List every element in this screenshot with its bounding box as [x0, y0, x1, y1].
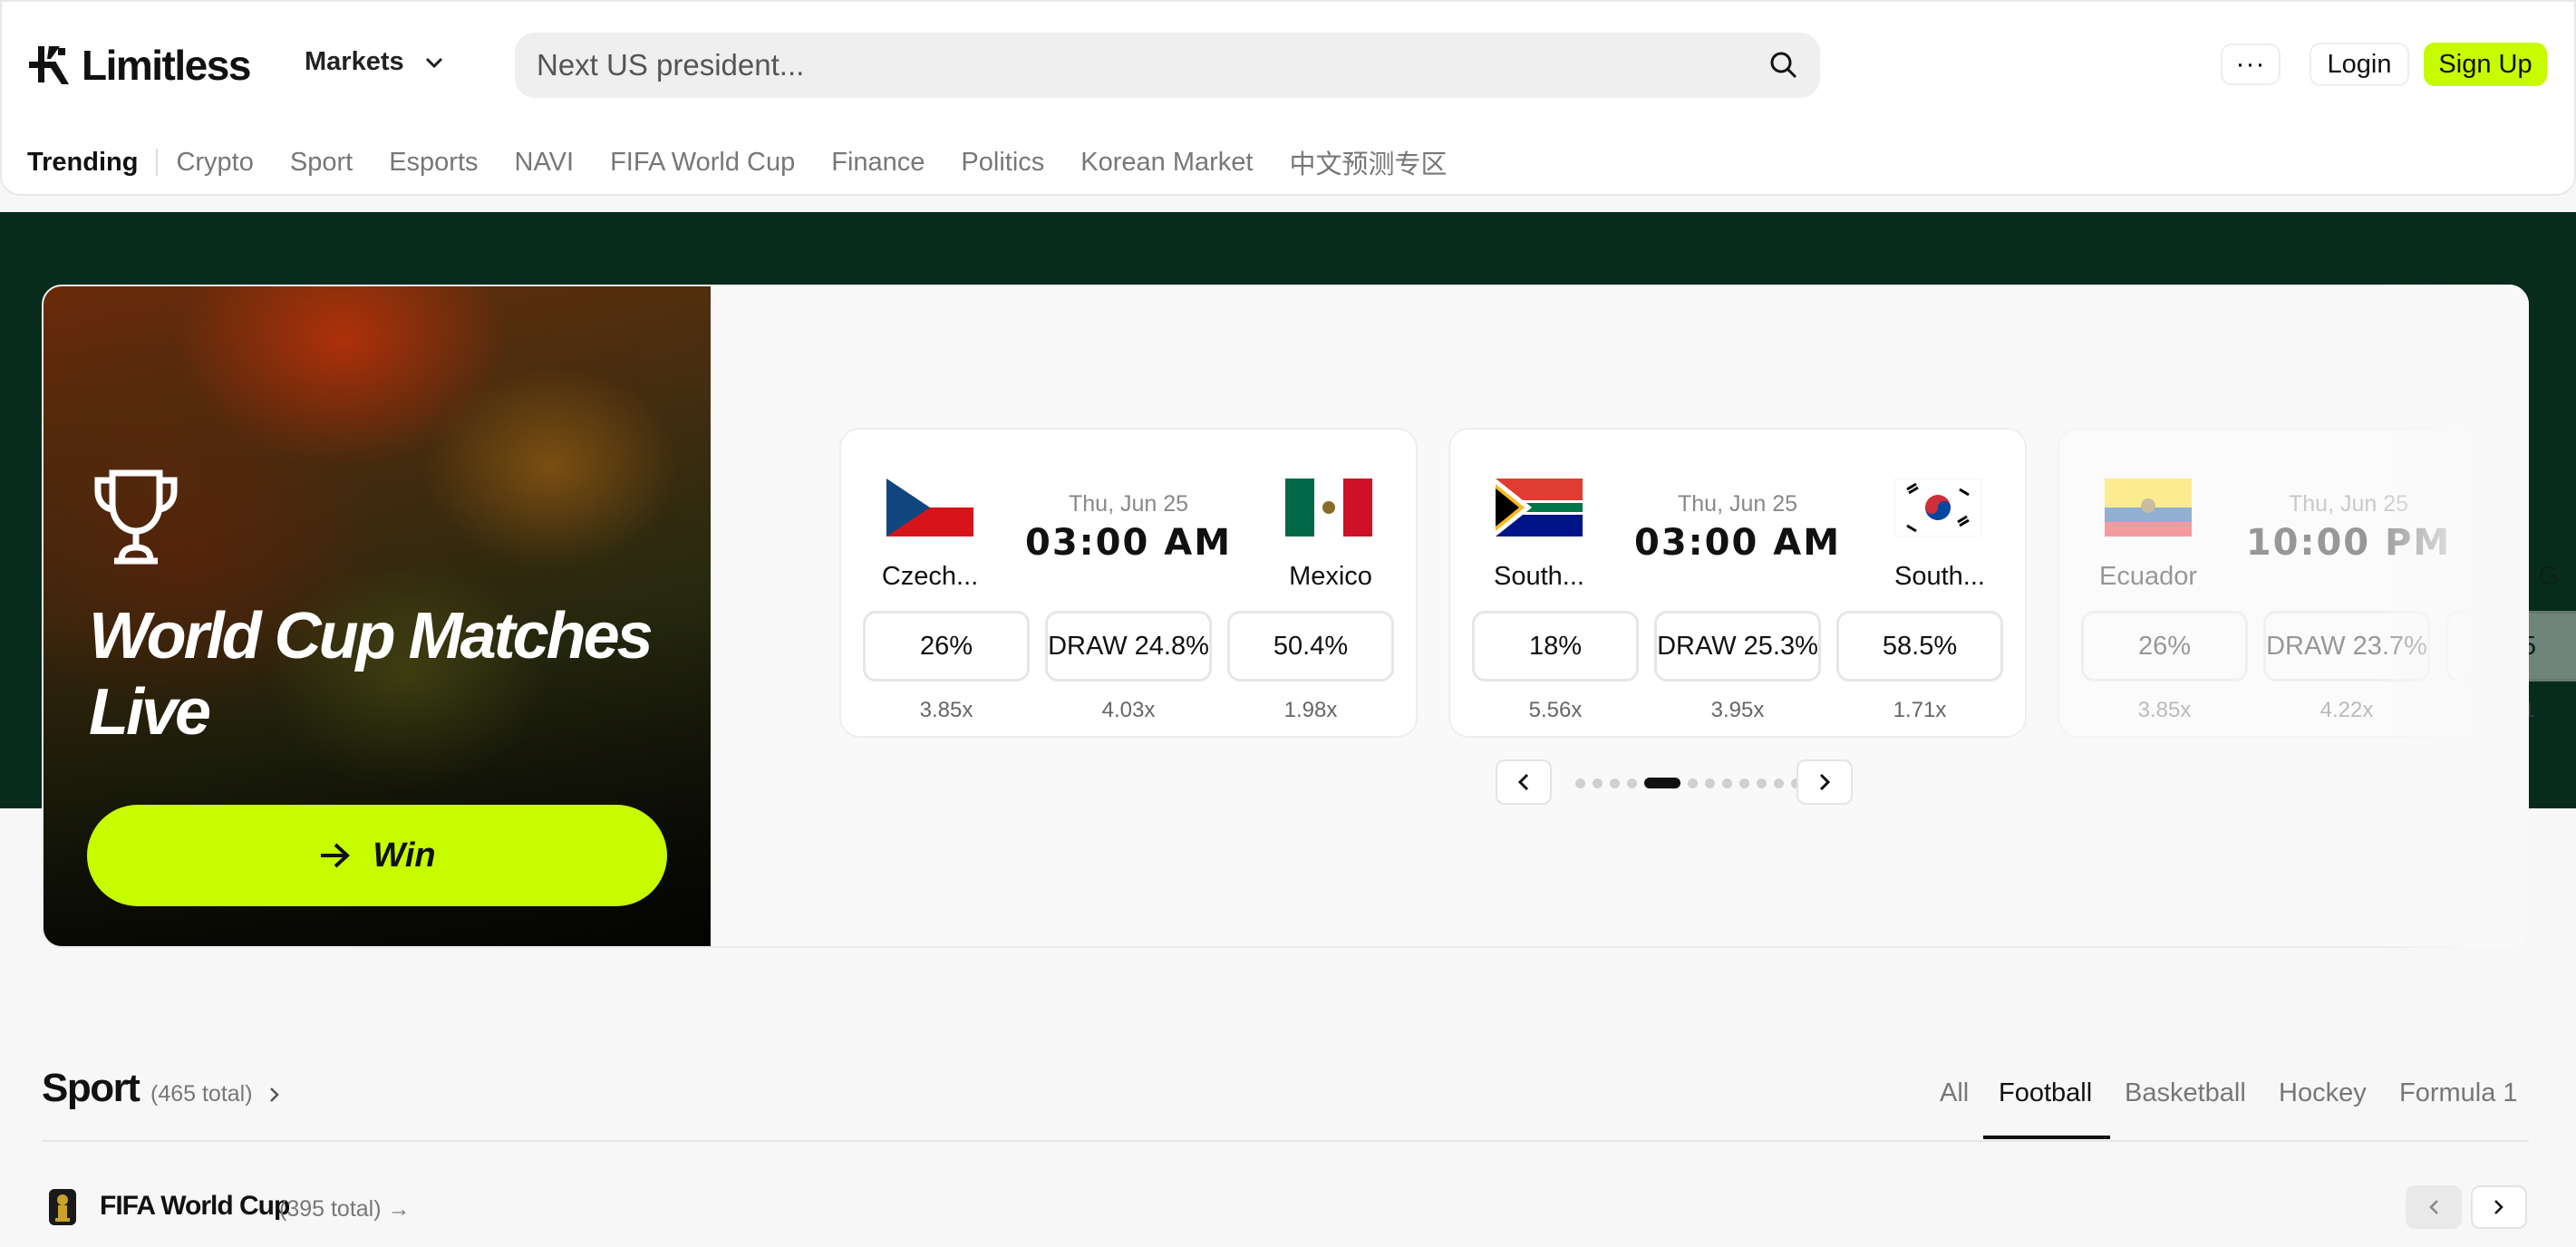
chevron-left-icon	[1517, 773, 1529, 791]
nav-item-crypto[interactable]: Crypto	[176, 148, 253, 178]
carousel-dot[interactable]	[1722, 778, 1732, 788]
logo-text: Limitless	[82, 42, 251, 89]
chevron-right-icon	[2494, 1200, 2503, 1214]
nav-divider	[156, 149, 159, 176]
carousel-dot[interactable]	[1575, 778, 1585, 788]
nav-item-finance[interactable]: Finance	[831, 148, 925, 178]
world-cup-icon	[49, 1189, 76, 1225]
active-tab-indicator	[1983, 1136, 2110, 1139]
carousel-dot[interactable]	[1688, 778, 1698, 788]
chevron-down-icon	[425, 57, 442, 68]
section-total-count: (465 total)	[150, 1081, 253, 1107]
carousel-dot[interactable]	[1757, 778, 1767, 788]
markets-label: Markets	[305, 47, 404, 76]
section-title[interactable]: Sport	[42, 1066, 140, 1111]
payout-multiplier: 5.56x	[1528, 698, 1583, 722]
carousel-dot[interactable]	[1593, 778, 1603, 788]
signup-button[interactable]: Sign Up	[2424, 43, 2547, 86]
chevron-right-icon	[1819, 773, 1831, 791]
nav-item-esports[interactable]: Esports	[389, 148, 478, 178]
top-header: Limitless Markets ··· Login Sign Up Tren…	[0, 0, 2576, 196]
team-left: Czech...	[881, 562, 979, 591]
odds-left-button[interactable]: 18%	[1472, 611, 1639, 682]
list-next-button[interactable]	[2471, 1185, 2527, 1229]
carousel-dot[interactable]	[1705, 778, 1715, 788]
carousel-prev-button[interactable]	[1496, 759, 1552, 805]
team-left: South...	[1494, 562, 1584, 591]
mexico-flag-icon	[1285, 478, 1372, 536]
carousel-dot[interactable]	[1627, 778, 1637, 788]
limitless-logo-icon	[29, 46, 69, 84]
team-left: Ecuador	[2098, 562, 2197, 591]
tab-hockey[interactable]: Hockey	[2279, 1078, 2367, 1108]
search-icon[interactable]	[1769, 51, 1798, 80]
chevron-left-icon	[2429, 1200, 2438, 1214]
match-card[interactable]: Thu, Jun 25 03:00 AM Czech... Mexico 26%…	[839, 428, 1418, 738]
odds-right-button[interactable]: 50.4%	[1227, 611, 1394, 682]
section-divider	[42, 1140, 2529, 1142]
promo-banner: World Cup Matches Live Win	[44, 286, 711, 946]
odds-draw-button[interactable]: DRAW 25.3%	[1654, 611, 1821, 682]
markets-dropdown[interactable]: Markets	[305, 47, 444, 77]
promo-title: World Cup Matches Live	[89, 600, 654, 749]
payout-multiplier: 4.03x	[1101, 698, 1156, 722]
list-prev-button[interactable]	[2406, 1185, 2462, 1229]
south-korea-flag-icon	[1894, 478, 1981, 536]
win-button[interactable]: Win	[87, 805, 667, 906]
arrow-right-icon	[321, 843, 351, 868]
nav-item-korean-market[interactable]: Korean Market	[1080, 148, 1253, 178]
search-input[interactable]	[537, 48, 1769, 82]
logo[interactable]: Limitless	[27, 38, 251, 92]
tab-formula-1[interactable]: Formula 1	[2399, 1078, 2518, 1108]
nav-item-fifa-world-cup[interactable]: FIFA World Cup	[610, 148, 795, 178]
odds-left-button[interactable]: 26%	[2081, 611, 2248, 682]
carousel-pagination	[1575, 778, 1801, 788]
nav-item-trending[interactable]: Trending	[27, 148, 138, 178]
win-button-label: Win	[373, 836, 436, 875]
carousel-dot[interactable]	[1739, 778, 1749, 788]
subsection-total-count: (395 total)	[279, 1196, 382, 1222]
team-right: South...	[1894, 562, 1985, 591]
payout-multiplier: 3.85x	[2137, 698, 2192, 722]
subsection-total[interactable]: (395 total) →	[279, 1196, 411, 1223]
odds-left-button[interactable]: 26%	[863, 611, 1030, 682]
carousel-next-button[interactable]	[1796, 759, 1853, 805]
trophy-icon	[94, 469, 178, 565]
carousel-dot-active[interactable]	[1644, 778, 1680, 788]
carousel-dot[interactable]	[1610, 778, 1620, 788]
payout-multiplier: 1.98x	[1283, 698, 1338, 722]
search-bar[interactable]	[515, 33, 1820, 98]
tab-football[interactable]: Football	[1999, 1078, 2092, 1108]
odds-draw-button[interactable]: DRAW 24.8%	[1045, 611, 1212, 682]
subsection-title[interactable]: FIFA World Cup	[100, 1191, 290, 1222]
category-nav: Trending Crypto Sport Esports NAVI FIFA …	[27, 143, 1483, 181]
payout-multiplier: 1.71x	[1893, 698, 1947, 722]
nav-item-navi[interactable]: NAVI	[515, 148, 575, 178]
chevron-right-icon	[269, 1087, 279, 1102]
login-button[interactable]: Login	[2310, 43, 2409, 86]
section-total[interactable]: (465 total)	[150, 1081, 280, 1107]
tab-all[interactable]: All	[1940, 1078, 1969, 1108]
match-card[interactable]: Thu, Jun 25 03:00 AM South... South... 1…	[1448, 428, 2027, 738]
payout-multiplier: 3.95x	[1710, 698, 1765, 722]
nav-item-sport[interactable]: Sport	[290, 148, 353, 178]
nav-item-politics[interactable]: Politics	[961, 148, 1044, 178]
carousel-dot[interactable]	[1774, 778, 1784, 788]
nav-item-chinese-zone[interactable]: 中文预测专区	[1289, 143, 1447, 181]
team-right: Mexico	[1289, 562, 1372, 591]
carousel-fade-overlay	[2375, 285, 2529, 948]
payout-multiplier: 3.85x	[919, 698, 973, 722]
odds-right-button[interactable]: 58.5%	[1836, 611, 2003, 682]
more-options-button[interactable]: ···	[2221, 44, 2281, 85]
tab-basketball[interactable]: Basketball	[2125, 1078, 2246, 1108]
